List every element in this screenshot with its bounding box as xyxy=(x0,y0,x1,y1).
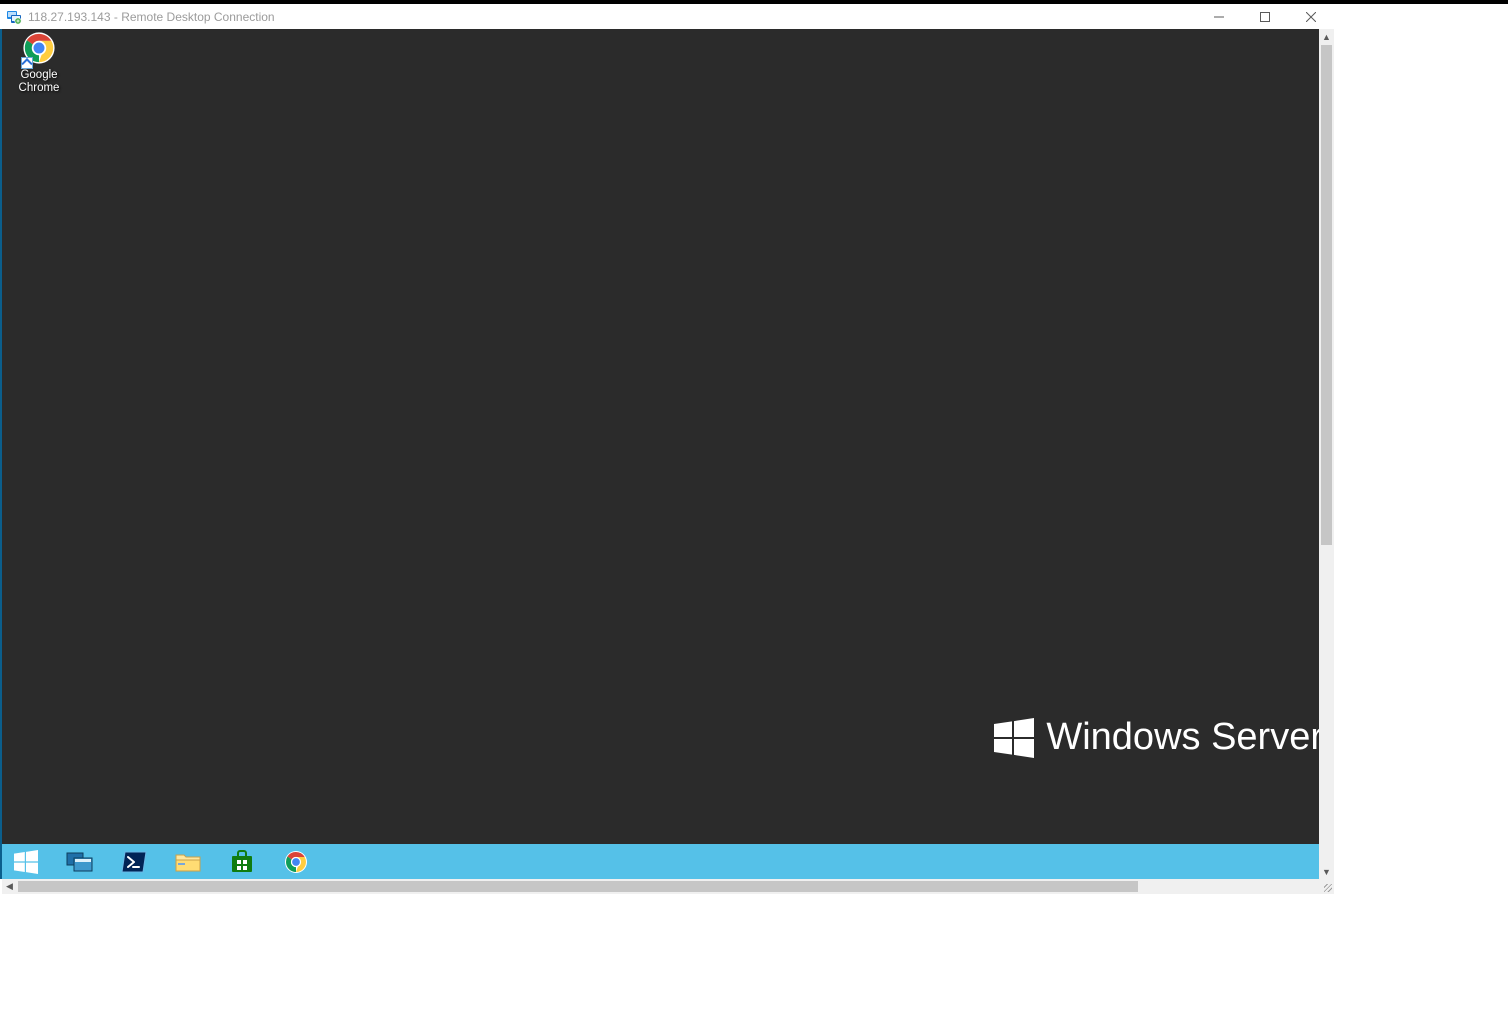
taskbar-task-view-button[interactable] xyxy=(56,844,104,879)
taskbar-microsoft-store-button[interactable] xyxy=(218,844,266,879)
close-button[interactable] xyxy=(1288,4,1334,29)
resize-grip[interactable] xyxy=(1319,879,1334,894)
rdc-vertical-scrollbar[interactable]: ▲ ▼ xyxy=(1319,29,1334,879)
scroll-left-button[interactable]: ◀ xyxy=(2,879,17,894)
windows-logo-icon xyxy=(994,718,1034,758)
rdc-app-icon xyxy=(6,9,22,25)
vertical-scroll-thumb[interactable] xyxy=(1321,45,1332,545)
taskbar-powershell-button[interactable] xyxy=(110,844,158,879)
shortcut-arrow-icon xyxy=(21,57,33,69)
rdc-title-text: 118.27.193.143 - Remote Desktop Connecti… xyxy=(28,10,275,24)
taskbar-file-explorer-button[interactable] xyxy=(164,844,212,879)
scroll-down-button[interactable]: ▼ xyxy=(1319,864,1334,879)
remote-desktop[interactable]: Google Chrome Windows Server xyxy=(2,29,1319,879)
rdc-titlebar[interactable]: 118.27.193.143 - Remote Desktop Connecti… xyxy=(0,4,1334,29)
window-controls xyxy=(1196,4,1334,29)
minimize-button[interactable] xyxy=(1196,4,1242,29)
windows-server-watermark: Windows Server xyxy=(994,716,1319,759)
watermark-text: Windows Server xyxy=(1046,716,1319,759)
desktop-icon-google-chrome[interactable]: Google Chrome xyxy=(7,31,71,95)
taskbar-start-button[interactable] xyxy=(2,844,50,879)
remote-taskbar[interactable] xyxy=(2,844,1319,879)
maximize-button[interactable] xyxy=(1242,4,1288,29)
taskbar-google-chrome-button[interactable] xyxy=(272,844,320,879)
horizontal-scroll-thumb[interactable] xyxy=(18,881,1138,892)
chrome-icon xyxy=(21,31,57,67)
rdc-horizontal-scrollbar[interactable]: ◀ ▶ xyxy=(2,879,1334,894)
scroll-up-button[interactable]: ▲ xyxy=(1319,29,1334,44)
desktop-icon-label: Google Chrome xyxy=(7,69,71,95)
